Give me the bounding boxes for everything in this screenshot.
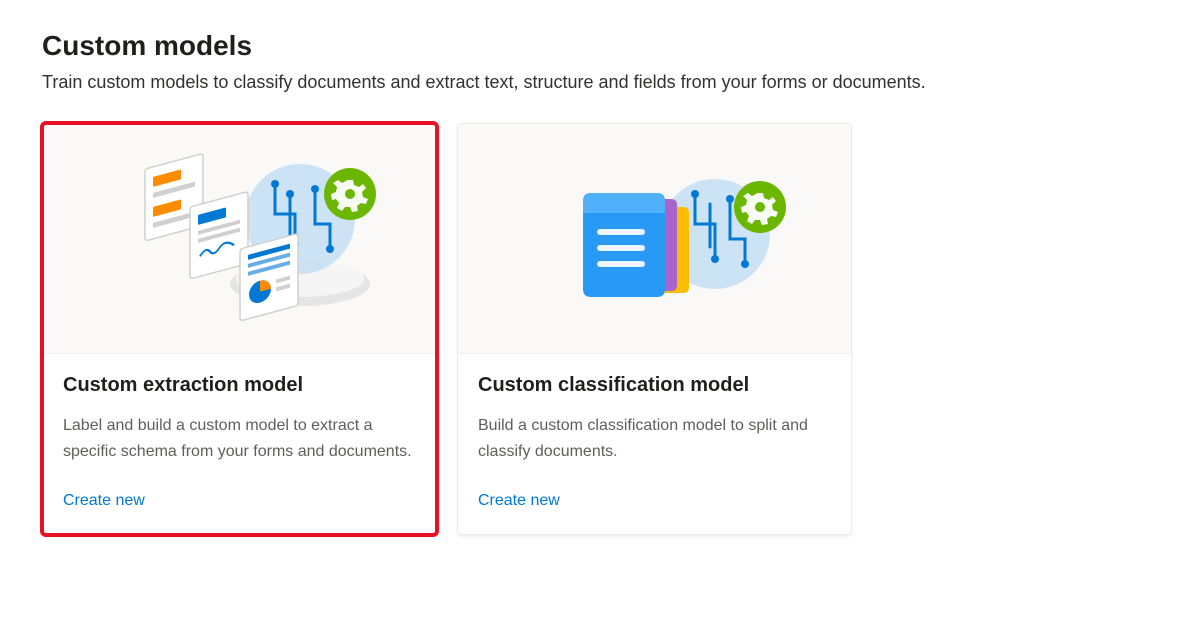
create-new-link[interactable]: Create new <box>63 492 416 510</box>
card-description: Label and build a custom model to extrac… <box>63 413 416 464</box>
card-body: Custom extraction model Label and build … <box>43 354 436 534</box>
classification-icon <box>505 139 805 339</box>
classification-illustration <box>458 124 851 354</box>
page-title: Custom models <box>42 30 1159 62</box>
page-subtitle: Train custom models to classify document… <box>42 72 1159 93</box>
card-description: Build a custom classification model to s… <box>478 413 831 464</box>
card-custom-extraction[interactable]: Custom extraction model Label and build … <box>42 123 437 535</box>
extraction-icon <box>90 139 390 339</box>
card-body: Custom classification model Build a cust… <box>458 354 851 534</box>
create-new-link[interactable]: Create new <box>478 492 831 510</box>
card-custom-classification[interactable]: Custom classification model Build a cust… <box>457 123 852 535</box>
card-title: Custom classification model <box>478 374 831 397</box>
card-title: Custom extraction model <box>63 374 416 397</box>
extraction-illustration <box>43 124 436 354</box>
model-cards-row: Custom extraction model Label and build … <box>42 123 1159 535</box>
